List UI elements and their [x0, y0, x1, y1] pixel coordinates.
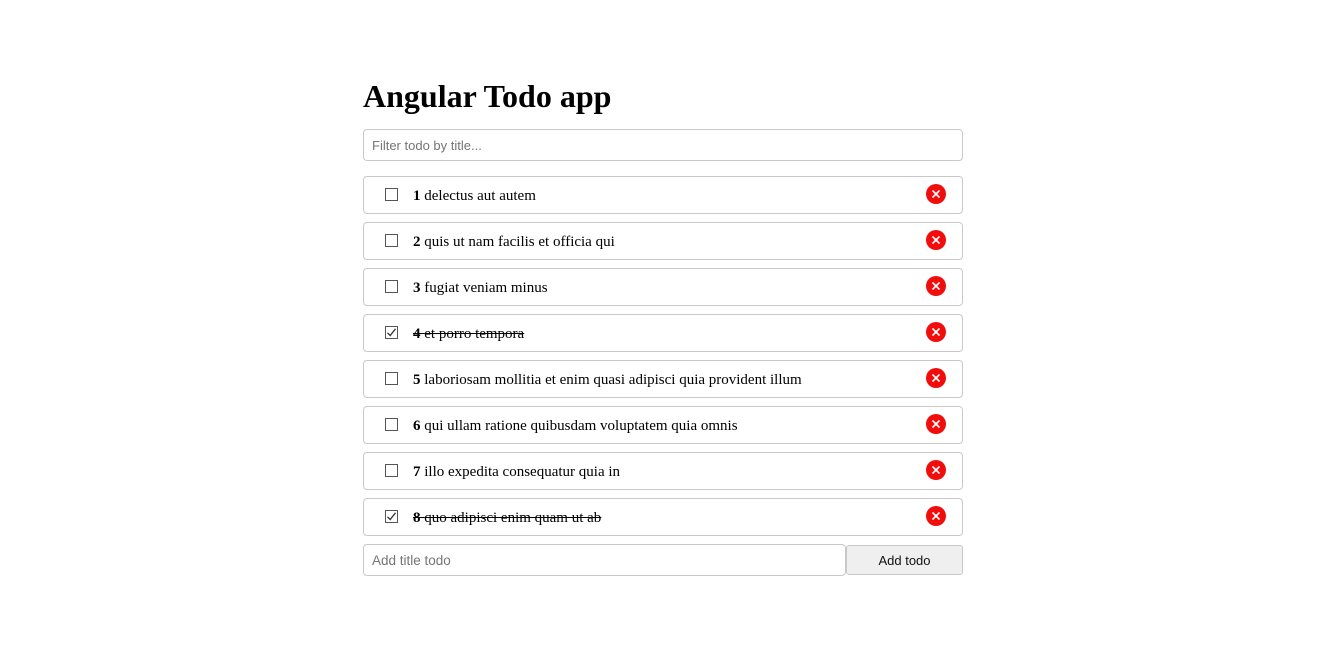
todo-checkbox[interactable] [385, 418, 398, 431]
close-icon [932, 236, 940, 244]
todo-checkbox[interactable] [385, 326, 398, 339]
todo-checkbox[interactable] [385, 234, 398, 247]
todo-text: 1 delectus aut autem [413, 187, 536, 205]
close-icon [932, 466, 940, 474]
todo-id: 8 [413, 510, 421, 526]
todo-id: 7 [413, 464, 421, 480]
todo-title: qui ullam ratione quibusdam voluptatem q… [424, 418, 738, 434]
delete-todo-button[interactable] [926, 276, 946, 296]
todo-checkbox[interactable] [385, 510, 398, 523]
add-todo-button[interactable]: Add todo [846, 545, 963, 575]
todo-checkbox[interactable] [385, 188, 398, 201]
close-icon [932, 374, 940, 382]
todo-checkbox[interactable] [385, 280, 398, 293]
todo-item: 5 laboriosam mollitia et enim quasi adip… [363, 360, 963, 398]
todo-id: 1 [413, 188, 421, 204]
todo-title: delectus aut autem [424, 188, 536, 204]
delete-todo-button[interactable] [926, 368, 946, 388]
todo-title: laboriosam mollitia et enim quasi adipis… [424, 372, 802, 388]
todo-item: 3 fugiat veniam minus [363, 268, 963, 306]
todo-text: 8 quo adipisci enim quam ut ab [413, 509, 601, 527]
delete-todo-button[interactable] [926, 460, 946, 480]
close-icon [932, 282, 940, 290]
todo-item: 2 quis ut nam facilis et officia qui [363, 222, 963, 260]
todo-title: et porro tempora [424, 326, 525, 342]
page-title: Angular Todo app [363, 78, 612, 114]
close-icon [932, 190, 940, 198]
todo-title: fugiat veniam minus [424, 280, 548, 296]
todo-app: Angular Todo app 1 delectus aut autem 2 q… [363, 70, 963, 576]
todo-id: 3 [413, 280, 421, 296]
checkmark-icon [387, 328, 397, 337]
todo-id: 5 [413, 372, 421, 388]
todo-item: 8 quo adipisci enim quam ut ab [363, 498, 963, 536]
todo-list: 1 delectus aut autem 2 quis ut nam facili… [363, 176, 963, 536]
todo-text: 2 quis ut nam facilis et officia qui [413, 233, 615, 251]
todo-text: 4 et porro tempora [413, 325, 524, 343]
todo-text: 7 illo expedita consequatur quia in [413, 463, 620, 481]
todo-title: quis ut nam facilis et officia qui [424, 234, 615, 250]
todo-item: 7 illo expedita consequatur quia in [363, 452, 963, 490]
todo-text: 3 fugiat veniam minus [413, 279, 548, 297]
todo-id: 6 [413, 418, 421, 434]
delete-todo-button[interactable] [926, 322, 946, 342]
filter-input[interactable] [363, 129, 963, 161]
todo-item: 4 et porro tempora [363, 314, 963, 352]
delete-todo-button[interactable] [926, 506, 946, 526]
todo-item: 1 delectus aut autem [363, 176, 963, 214]
todo-text: 6 qui ullam ratione quibusdam voluptatem… [413, 417, 738, 435]
todo-id: 4 [413, 326, 421, 342]
close-icon [932, 512, 940, 520]
close-icon [932, 420, 940, 428]
todo-title: illo expedita consequatur quia in [424, 464, 621, 480]
checkmark-icon [387, 512, 397, 521]
delete-todo-button[interactable] [926, 184, 946, 204]
todo-title: quo adipisci enim quam ut ab [424, 510, 602, 526]
todo-checkbox[interactable] [385, 372, 398, 385]
todo-checkbox[interactable] [385, 464, 398, 477]
close-icon [932, 328, 940, 336]
add-todo-form: Add todo [363, 544, 963, 576]
add-todo-input[interactable] [363, 544, 846, 576]
todo-item: 6 qui ullam ratione quibusdam voluptatem… [363, 406, 963, 444]
delete-todo-button[interactable] [926, 414, 946, 434]
todo-text: 5 laboriosam mollitia et enim quasi adip… [413, 371, 802, 389]
todo-id: 2 [413, 234, 421, 250]
delete-todo-button[interactable] [926, 230, 946, 250]
